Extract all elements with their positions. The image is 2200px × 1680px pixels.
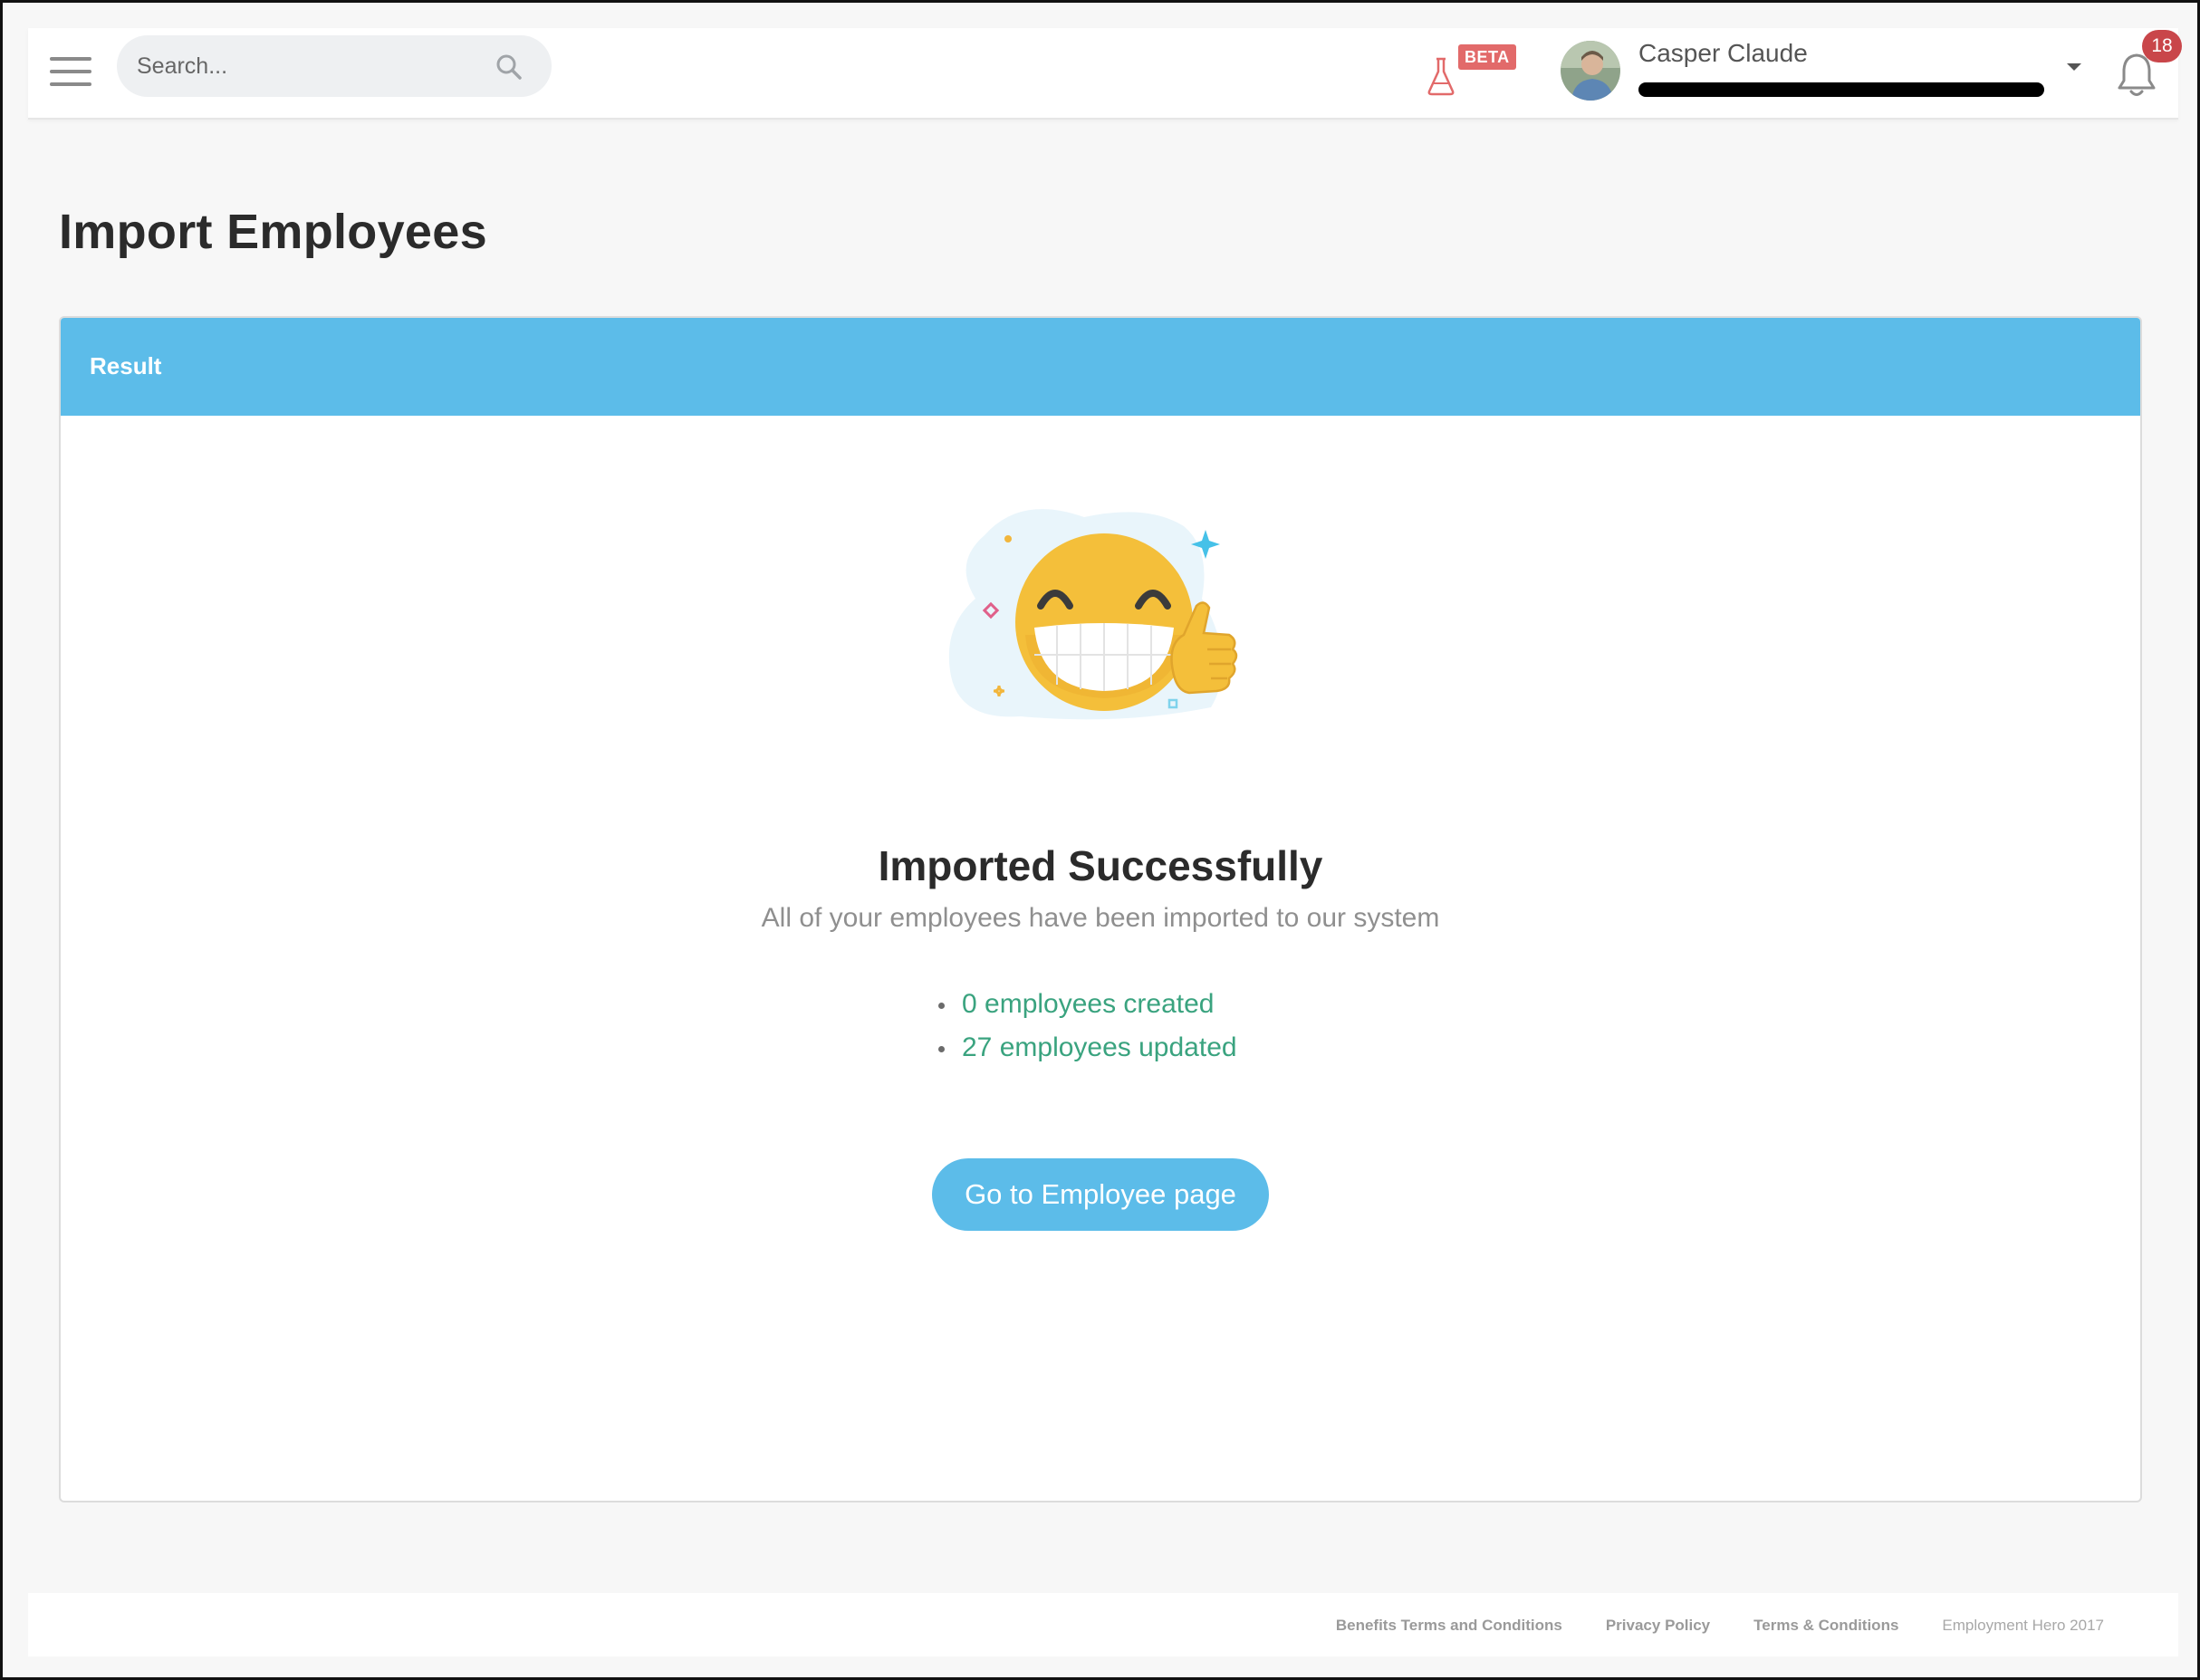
notification-count-badge: 18: [2142, 30, 2182, 62]
top-bar: BETA Casper Claude: [28, 28, 2182, 120]
footer-link-terms-conditions[interactable]: Terms & Conditions: [1753, 1617, 1898, 1635]
card-header-title: Result: [90, 352, 162, 379]
smiley-thumbs-up-illustration: [948, 509, 1238, 720]
list-item: 0 employees created: [935, 983, 1237, 1026]
import-stats-list: 0 employees created 27 employees updated: [935, 983, 1237, 1070]
beta-badge: BETA: [1458, 44, 1516, 70]
beta-features-button[interactable]: BETA: [1426, 43, 1516, 107]
result-subtitle: All of your employees have been imported…: [761, 903, 1440, 933]
footer-link-privacy-policy[interactable]: Privacy Policy: [1606, 1617, 1710, 1635]
search-icon[interactable]: [495, 53, 523, 81]
notifications-button[interactable]: 18: [2098, 28, 2182, 119]
card-header: Result: [61, 318, 2140, 416]
chevron-down-icon[interactable]: [2065, 61, 2083, 73]
menu-icon[interactable]: [50, 53, 91, 90]
footer-link-benefits-terms[interactable]: Benefits Terms and Conditions: [1336, 1617, 1562, 1635]
footer-copyright: Employment Hero 2017: [1942, 1617, 2104, 1634]
avatar: [1561, 41, 1620, 101]
search-box: [117, 35, 552, 97]
page-title: Import Employees: [59, 205, 487, 259]
result-card: Result Imported Successfully All of your…: [59, 316, 2142, 1502]
footer-links: Benefits Terms and Conditions Privacy Po…: [1336, 1617, 2104, 1635]
result-title: Imported Successfully: [878, 842, 1323, 889]
redacted-org-name: [1638, 82, 2044, 97]
app-window: BETA Casper Claude: [0, 0, 2200, 1680]
list-item: 27 employees updated: [935, 1026, 1237, 1070]
user-menu[interactable]: Casper Claude: [1561, 34, 2090, 115]
go-to-employee-page-button[interactable]: Go to Employee page: [932, 1158, 1269, 1231]
flask-icon: [1427, 57, 1455, 96]
footer: Benefits Terms and Conditions Privacy Po…: [28, 1593, 2178, 1656]
user-name: Casper Claude: [1638, 39, 1808, 67]
search-input[interactable]: [137, 35, 481, 97]
